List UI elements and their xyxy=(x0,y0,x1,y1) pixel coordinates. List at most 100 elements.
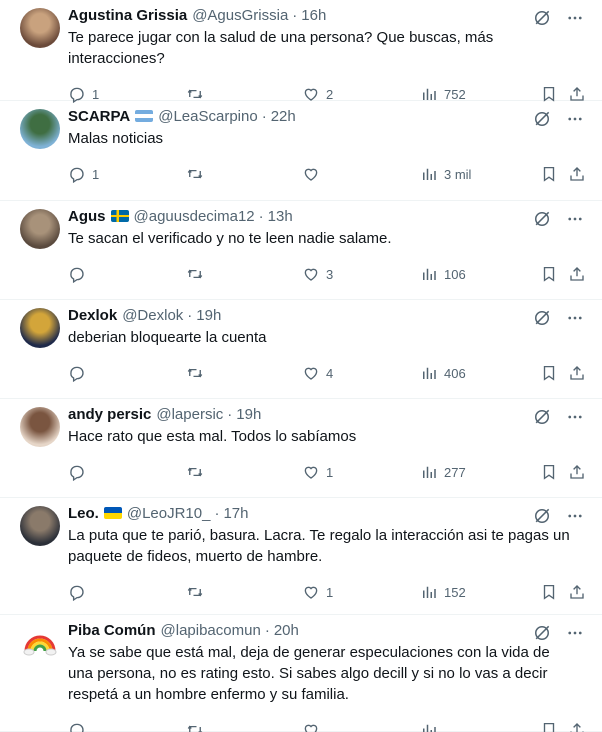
tweet[interactable]: Piba Común @lapibacomun · 20h Ya se sabe… xyxy=(0,615,602,732)
avatar[interactable] xyxy=(20,8,60,48)
flag-icon xyxy=(103,507,122,519)
slashed-circle-icon[interactable] xyxy=(532,109,552,129)
tweet[interactable]: SCARPA @LeaScarpino · 22h Malas noticias xyxy=(0,101,602,201)
avatar[interactable] xyxy=(20,407,60,447)
more-options-icon[interactable] xyxy=(566,110,584,128)
author-name[interactable]: Piba Común xyxy=(68,622,156,639)
views-button[interactable]: 3 mil xyxy=(420,165,471,183)
views-button[interactable]: 277 xyxy=(420,463,466,481)
author-handle[interactable]: @lapersic xyxy=(156,406,223,423)
avatar[interactable] xyxy=(20,308,60,348)
retweet-button[interactable] xyxy=(186,463,210,481)
more-options-icon[interactable] xyxy=(566,507,584,525)
author-name[interactable]: Leo. xyxy=(68,505,99,522)
author-name[interactable]: Dexlok xyxy=(68,307,117,324)
like-button[interactable] xyxy=(302,165,326,183)
slashed-circle-icon[interactable] xyxy=(532,8,552,28)
like-button[interactable]: 1 xyxy=(302,463,333,481)
reply-count: 1 xyxy=(92,86,100,102)
reply-button[interactable]: 1 xyxy=(68,165,99,183)
separator-dot: · xyxy=(292,6,298,24)
share-icon xyxy=(570,366,584,380)
more-options-icon[interactable] xyxy=(566,309,584,327)
more-options-icon[interactable] xyxy=(566,624,584,642)
retweet-button[interactable] xyxy=(186,364,210,382)
author-handle[interactable]: @LeoJR10_ xyxy=(127,505,211,522)
author-name[interactable]: andy persic xyxy=(68,406,151,423)
timestamp[interactable]: 19h xyxy=(196,307,221,324)
slashed-circle-icon[interactable] xyxy=(532,407,552,427)
timestamp[interactable]: 19h xyxy=(236,406,261,423)
avatar[interactable] xyxy=(20,506,60,546)
share-button[interactable] xyxy=(568,165,586,183)
bookmark-button[interactable] xyxy=(540,165,558,183)
retweet-button[interactable] xyxy=(186,165,210,183)
like-button[interactable]: 3 xyxy=(302,265,333,283)
bookmark-button[interactable] xyxy=(540,583,558,601)
avatar[interactable] xyxy=(20,109,60,149)
timestamp[interactable]: 17h xyxy=(223,505,248,522)
bar-chart-icon xyxy=(423,367,436,379)
views-button[interactable]: 406 xyxy=(420,364,466,382)
views-button[interactable]: 106 xyxy=(420,265,466,283)
share-button[interactable] xyxy=(568,265,586,283)
avatar[interactable] xyxy=(20,623,60,663)
author-handle[interactable]: @Dexlok xyxy=(122,307,183,324)
bookmark-button[interactable] xyxy=(540,364,558,382)
author-handle[interactable]: @lapibacomun xyxy=(161,622,261,639)
author-name[interactable]: SCARPA xyxy=(68,108,130,125)
author-handle[interactable]: @aguusdecima12 xyxy=(134,208,255,225)
bookmark-button[interactable] xyxy=(540,265,558,283)
author-handle[interactable]: @AgusGrissia xyxy=(192,7,288,24)
more-options-icon[interactable] xyxy=(566,408,584,426)
timestamp[interactable]: 22h xyxy=(271,108,296,125)
bookmark-button[interactable] xyxy=(540,721,558,732)
reply-button[interactable] xyxy=(68,364,92,382)
reply-button[interactable] xyxy=(68,583,92,601)
reply-button[interactable] xyxy=(68,463,92,481)
tweet-header: SCARPA @LeaScarpino · 22h xyxy=(68,105,588,127)
share-button[interactable] xyxy=(568,721,586,732)
more-options-icon[interactable] xyxy=(566,210,584,228)
author-name[interactable]: Agus xyxy=(68,208,106,225)
reply-button[interactable] xyxy=(68,721,92,732)
retweet-button[interactable] xyxy=(186,721,210,732)
bookmark-button[interactable] xyxy=(540,463,558,481)
views-button[interactable] xyxy=(420,721,444,732)
share-icon xyxy=(570,167,584,181)
timestamp[interactable]: 20h xyxy=(274,622,299,639)
tweet[interactable]: Dexlok @Dexlok · 19h deberian bloquearte… xyxy=(0,300,602,399)
slashed-circle-icon[interactable] xyxy=(532,506,552,526)
tweet-text: Ya se sabe que está mal, deja de generar… xyxy=(68,644,550,703)
timestamp[interactable]: 13h xyxy=(268,208,293,225)
slashed-circle-icon[interactable] xyxy=(532,209,552,229)
timestamp[interactable]: 16h xyxy=(301,7,326,24)
tweet[interactable]: Agus @aguusdecima12 · 13h Te sacan el ve… xyxy=(0,201,602,300)
views-button[interactable]: 152 xyxy=(420,583,466,601)
tweet[interactable]: Leo. @LeoJR10_ · 17h La puta que te pari… xyxy=(0,498,602,615)
tweet[interactable]: Agustina Grissia @AgusGrissia · 16h Te p… xyxy=(0,0,602,103)
tweet[interactable]: andy persic @lapersic · 19h Hace rato qu… xyxy=(0,399,602,498)
reply-button[interactable] xyxy=(68,265,92,283)
share-button[interactable] xyxy=(568,364,586,382)
tweet-text: deberian bloquearte la cuenta xyxy=(68,329,267,346)
more-options-icon[interactable] xyxy=(566,9,584,27)
views-count: 406 xyxy=(444,365,466,381)
slashed-circle-icon[interactable] xyxy=(532,308,552,328)
like-button[interactable] xyxy=(302,721,326,732)
reply-icon xyxy=(70,723,84,732)
author-handle[interactable]: @LeaScarpino xyxy=(158,108,257,125)
bar-chart-icon xyxy=(423,586,436,598)
retweet-button[interactable] xyxy=(186,583,210,601)
author-name[interactable]: Agustina Grissia xyxy=(68,7,187,24)
slashed-circle-icon[interactable] xyxy=(532,623,552,643)
share-button[interactable] xyxy=(568,463,586,481)
like-button[interactable]: 4 xyxy=(302,364,333,382)
tweet-actions: 3 106 xyxy=(68,256,588,296)
share-button[interactable] xyxy=(568,583,586,601)
bar-chart-icon xyxy=(423,466,436,478)
avatar[interactable] xyxy=(20,209,60,249)
like-button[interactable]: 1 xyxy=(302,583,333,601)
tweet-text: Te sacan el verificado y no te leen nadi… xyxy=(68,230,392,247)
retweet-button[interactable] xyxy=(186,265,210,283)
